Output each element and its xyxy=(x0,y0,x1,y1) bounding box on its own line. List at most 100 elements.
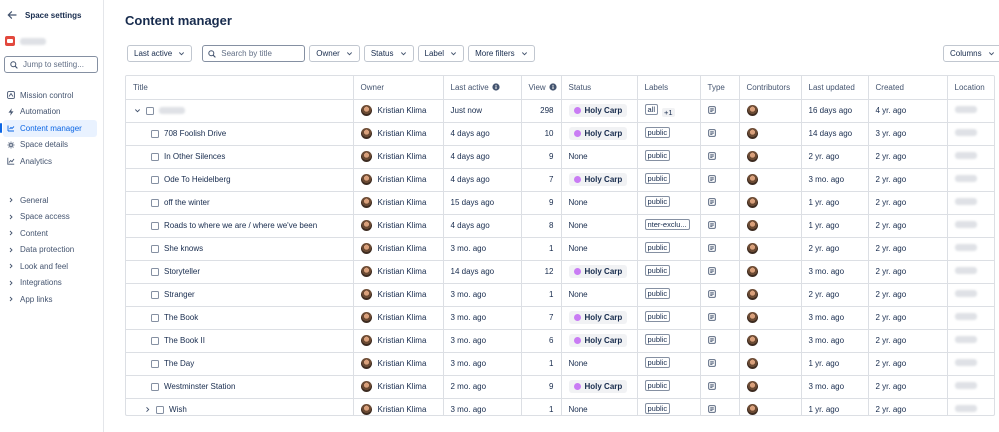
avatar[interactable] xyxy=(360,312,372,323)
avatar[interactable] xyxy=(360,289,372,300)
search-by-title-input[interactable] xyxy=(221,49,302,58)
contributor-avatar[interactable] xyxy=(746,381,758,392)
avatar[interactable] xyxy=(360,404,372,415)
location-redacted[interactable] xyxy=(954,359,977,366)
avatar[interactable] xyxy=(360,220,372,231)
table-row[interactable]: Ode To Heidelberg Kristian Klima 4 days ag… xyxy=(126,168,994,192)
contributor-avatar[interactable] xyxy=(746,197,758,208)
title-link[interactable]: Westminster Station xyxy=(164,382,235,391)
row-checkbox[interactable] xyxy=(151,336,159,345)
avatar[interactable] xyxy=(360,266,372,277)
column-header-owner[interactable]: Owner xyxy=(353,76,444,100)
label-tag[interactable]: public xyxy=(644,242,671,253)
location-redacted[interactable] xyxy=(954,152,977,159)
label-more-count[interactable]: +1 xyxy=(662,108,675,117)
sidebar-group-data-protection[interactable]: Data protection xyxy=(0,242,103,259)
columns-button[interactable]: Columns xyxy=(943,45,999,62)
label-tag[interactable]: nter-exclu... xyxy=(644,219,690,230)
table-row[interactable]: Westminster Station Kristian Klima 2 mo. a… xyxy=(126,375,994,399)
sidebar-group-look-and-feel[interactable]: Look and feel xyxy=(0,258,103,275)
title-link[interactable]: Wish xyxy=(169,405,187,414)
sidebar-group-integrations[interactable]: Integrations xyxy=(0,275,103,292)
title-link[interactable]: The Book xyxy=(164,313,198,322)
label-filter-button[interactable]: Label xyxy=(417,45,465,62)
column-header-contributors[interactable]: Contributors xyxy=(739,76,802,100)
more-filters-button[interactable]: More filters xyxy=(468,45,535,62)
location-redacted[interactable] xyxy=(954,290,977,297)
row-checkbox[interactable] xyxy=(151,382,159,391)
avatar[interactable] xyxy=(360,128,372,139)
location-redacted[interactable] xyxy=(954,129,977,136)
label-tag[interactable]: public xyxy=(644,150,671,161)
sidebar-item-analytics[interactable]: Analytics xyxy=(0,153,103,170)
table-row[interactable]: The Book II Kristian Klima 3 mo. ago 6 Holy … xyxy=(126,329,994,353)
title-link[interactable]: The Book II xyxy=(164,336,205,345)
row-checkbox[interactable] xyxy=(151,152,159,161)
table-row[interactable]: The Day Kristian Klima 3 mo. ago 1 None publi… xyxy=(126,352,994,376)
table-row[interactable]: 708 Foolish Drive Kristian Klima 4 days ag… xyxy=(126,122,994,146)
sidebar-group-content[interactable]: Content xyxy=(0,225,103,242)
avatar[interactable] xyxy=(360,151,372,162)
label-tag[interactable]: public xyxy=(644,173,671,184)
table-row[interactable]: off the winter Kristian Klima 15 days ago 9… xyxy=(126,191,994,215)
title-link[interactable]: The Day xyxy=(164,359,194,368)
sidebar-item-content-manager[interactable]: Content manager xyxy=(0,120,97,137)
label-tag[interactable]: public xyxy=(644,311,671,322)
row-checkbox[interactable] xyxy=(151,359,159,368)
row-checkbox[interactable] xyxy=(156,405,164,414)
sidebar-item-mission-control[interactable]: Mission control xyxy=(0,87,103,104)
table-row[interactable]: The Book Kristian Klima 3 mo. ago 7 Holy Car… xyxy=(126,306,994,330)
label-tag[interactable]: public xyxy=(644,334,671,345)
status-filter-button[interactable]: Status xyxy=(363,45,414,62)
table-row[interactable]: In Other Silences Kristian Klima 4 days ag… xyxy=(126,145,994,169)
label-tag[interactable]: public xyxy=(644,357,671,368)
row-checkbox[interactable] xyxy=(146,106,154,115)
avatar[interactable] xyxy=(360,105,372,116)
row-checkbox[interactable] xyxy=(151,267,159,276)
table-row[interactable]: Roads to where we are / where we've been… xyxy=(126,214,994,238)
sidebar-group-general[interactable]: General xyxy=(0,192,103,209)
jump-to-setting-field[interactable] xyxy=(4,56,98,73)
location-redacted[interactable] xyxy=(954,267,977,274)
avatar[interactable] xyxy=(360,358,372,369)
location-redacted[interactable] xyxy=(954,336,977,343)
table-row[interactable]: Storyteller Kristian Klima 14 days ago 12 Ho… xyxy=(126,260,994,284)
last-active-filter-button[interactable]: Last active xyxy=(127,45,193,62)
label-tag[interactable]: all xyxy=(644,104,659,115)
expand-toggle[interactable] xyxy=(143,406,151,414)
sidebar-group-app-links[interactable]: App links xyxy=(0,291,103,308)
label-tag[interactable]: public xyxy=(644,265,671,276)
title-link[interactable]: In Other Silences xyxy=(164,152,225,161)
sidebar-group-space-access[interactable]: Space access xyxy=(0,209,103,226)
label-tag[interactable]: public xyxy=(644,288,671,299)
column-header-status[interactable]: Status xyxy=(561,76,638,100)
info-icon[interactable] xyxy=(549,83,557,91)
contributor-avatar[interactable] xyxy=(746,266,758,277)
location-redacted[interactable] xyxy=(954,106,977,113)
row-checkbox[interactable] xyxy=(151,313,159,322)
info-icon[interactable] xyxy=(492,83,500,91)
avatar[interactable] xyxy=(360,335,372,346)
row-checkbox[interactable] xyxy=(151,221,159,230)
row-checkbox[interactable] xyxy=(151,129,159,138)
contributor-avatar[interactable] xyxy=(746,312,758,323)
title-link[interactable]: Roads to where we are / where we've been xyxy=(164,221,317,230)
table-row[interactable]: She knows Kristian Klima 3 mo. ago 1 None pub… xyxy=(126,237,994,261)
label-tag[interactable]: public xyxy=(644,403,671,415)
avatar[interactable] xyxy=(360,381,372,392)
contributor-avatar[interactable] xyxy=(746,128,758,139)
arrow-left-icon[interactable] xyxy=(7,10,17,20)
sidebar-item-space-details[interactable]: Space details xyxy=(0,137,103,154)
contributor-avatar[interactable] xyxy=(746,243,758,254)
location-redacted[interactable] xyxy=(954,382,977,389)
space-selector[interactable] xyxy=(5,36,46,46)
contributor-avatar[interactable] xyxy=(746,105,758,116)
column-header-views[interactable]: View xyxy=(521,76,562,100)
location-redacted[interactable] xyxy=(954,244,977,251)
contributor-avatar[interactable] xyxy=(746,220,758,231)
title-link[interactable]: She knows xyxy=(164,244,203,253)
avatar[interactable] xyxy=(360,197,372,208)
location-redacted[interactable] xyxy=(954,221,977,228)
location-redacted[interactable] xyxy=(954,313,977,320)
jump-to-setting-input[interactable] xyxy=(23,60,95,69)
